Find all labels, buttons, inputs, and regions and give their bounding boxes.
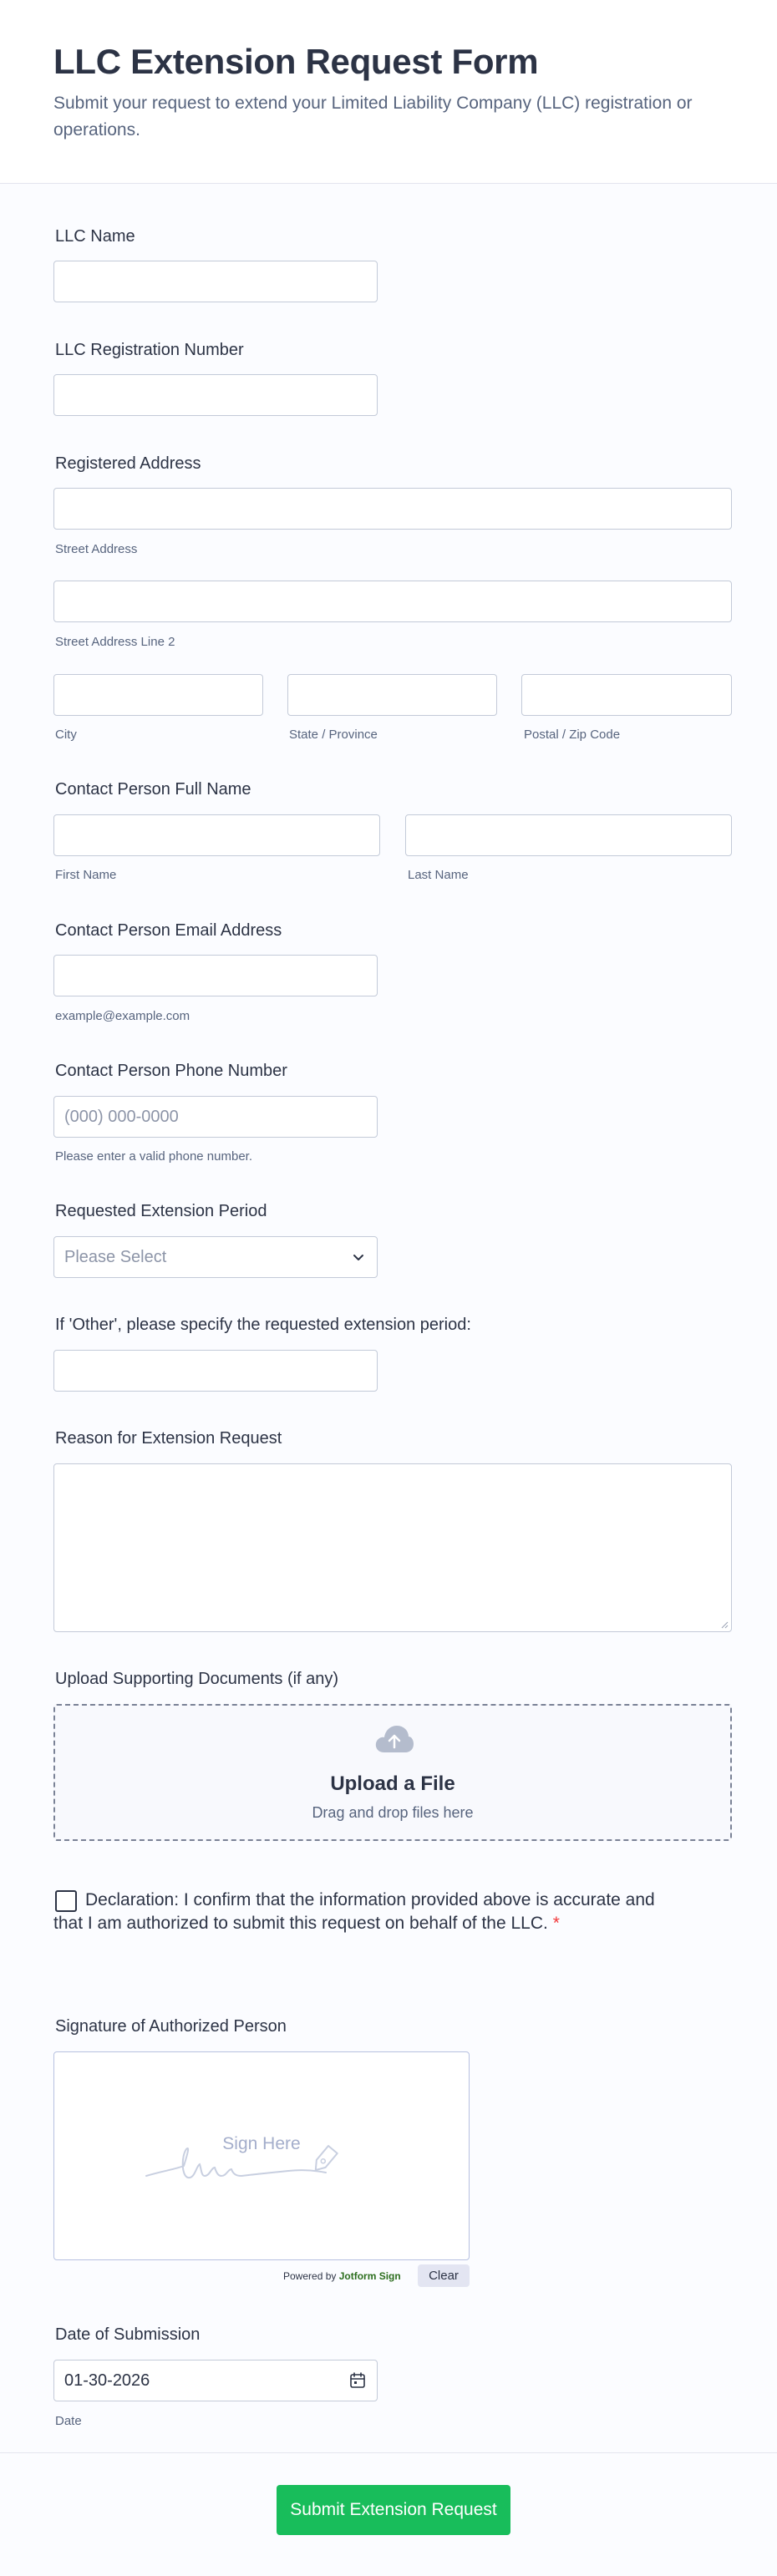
upload-subtitle: Drag and drop files here [312,1804,474,1821]
extension-period-select[interactable]: Please Select [53,1236,378,1278]
declaration-label: Declaration: I confirm that the informat… [53,1890,655,1933]
resize-handle-icon[interactable] [720,1620,729,1629]
date-label: Date of Submission [55,2325,201,2344]
date-input[interactable]: 01-30-2026 [53,2360,378,2401]
phone-input[interactable]: (000) 000-0000 [53,1096,378,1138]
extension-period-placeholder: Please Select [64,1248,167,1266]
reason-textarea[interactable] [53,1463,732,1632]
declaration-text: Declaration: I confirm that the informat… [53,1889,655,1935]
postal-code-input[interactable] [521,674,732,716]
declaration-checkbox[interactable] [55,1890,77,1912]
reason-label: Reason for Extension Request [55,1429,282,1448]
state-input[interactable] [287,674,497,716]
email-label: Contact Person Email Address [55,921,282,940]
submit-button[interactable]: Submit Extension Request [277,2485,510,2535]
email-sublabel: example@example.com [55,1009,190,1023]
date-sublabel: Date [55,2414,82,2428]
signature-pad[interactable]: Sign Here [53,2051,470,2260]
first-name-input[interactable] [53,814,380,856]
upload-dropzone[interactable]: Upload a File Drag and drop files here [53,1704,732,1841]
llc-name-label: LLC Name [55,227,135,246]
phone-placeholder: (000) 000-0000 [64,1108,179,1126]
phone-sublabel: Please enter a valid phone number. [55,1149,252,1164]
postal-code-sublabel: Postal / Zip Code [524,728,621,742]
powered-by-prefix: Powered by [283,2270,337,2282]
street-address-input[interactable] [53,488,732,530]
first-name-sublabel: First Name [55,868,117,882]
form-subtitle: Submit your request to extend your Limit… [53,94,693,139]
city-input[interactable] [53,674,263,716]
last-name-input[interactable] [405,814,732,856]
street-address-line2-input[interactable] [53,581,732,622]
llc-registration-input[interactable] [53,374,378,416]
state-sublabel: State / Province [289,728,378,742]
city-sublabel: City [55,728,77,742]
cloud-upload-icon [375,1726,414,1752]
street-address-sublabel: Street Address [55,542,138,556]
powered-by-brand: Jotform Sign [338,2270,401,2282]
required-mark: * [552,1914,560,1933]
date-value: 01-30-2026 [64,2371,150,2390]
signature-hint: Sign Here [222,2134,301,2153]
clear-signature-button[interactable]: Clear [418,2264,470,2287]
upload-label: Upload Supporting Documents (if any) [55,1670,339,1688]
llc-name-input[interactable] [53,261,378,302]
powered-by: Powered by Jotform Sign [283,2270,401,2282]
other-period-label: If 'Other', please specify the requested… [55,1316,471,1334]
registered-address-label: Registered Address [55,454,201,473]
street-address-line2-sublabel: Street Address Line 2 [55,635,175,649]
chevron-down-icon [353,1255,363,1260]
email-input[interactable] [53,955,378,996]
signature-label: Signature of Authorized Person [55,2017,287,2036]
extension-period-label: Requested Extension Period [55,1202,267,1220]
form-header: LLC Extension Request Form Submit your r… [0,0,777,184]
calendar-icon[interactable] [348,2371,367,2390]
form-title: LLC Extension Request Form [53,42,539,81]
last-name-sublabel: Last Name [408,868,469,882]
other-period-input[interactable] [53,1350,378,1392]
form-footer: Submit Extension Request [0,2452,777,2576]
upload-title: Upload a File [330,1772,455,1795]
phone-label: Contact Person Phone Number [55,1062,287,1080]
llc-registration-label: LLC Registration Number [55,341,244,359]
contact-name-label: Contact Person Full Name [55,780,251,799]
